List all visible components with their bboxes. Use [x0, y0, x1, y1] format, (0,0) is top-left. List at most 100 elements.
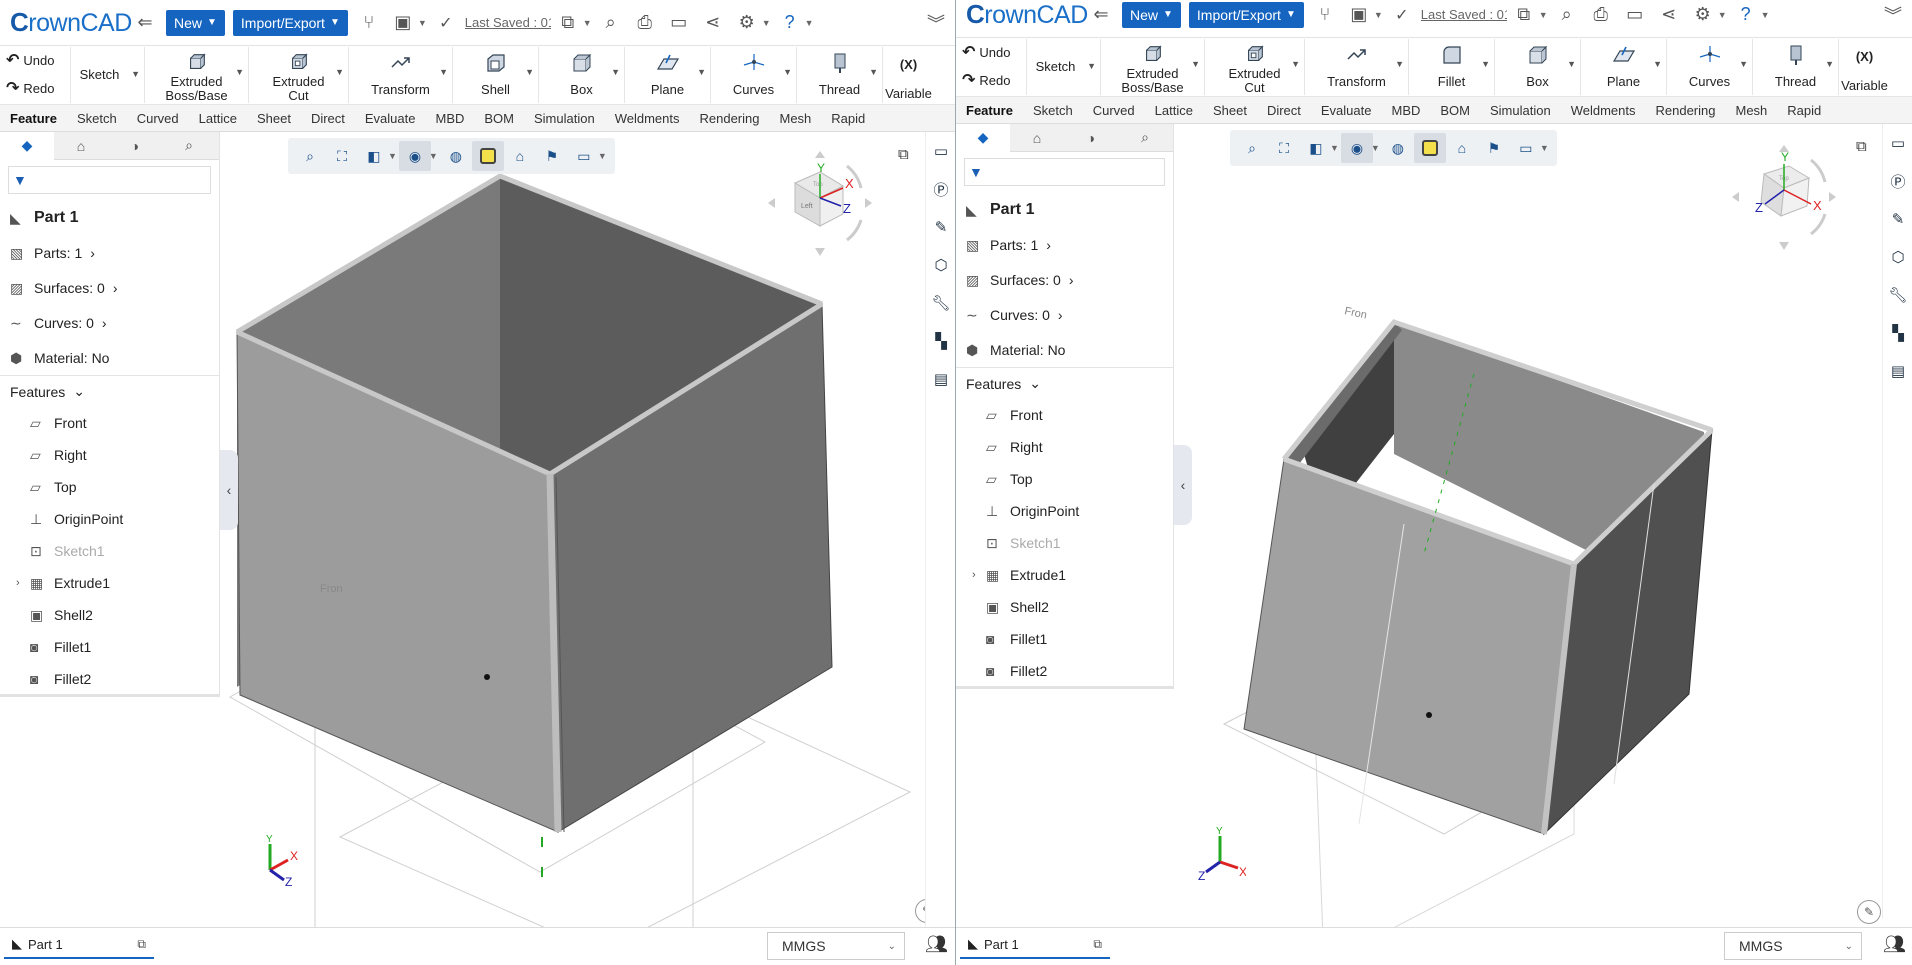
- visibility-icon[interactable]: ◉: [1340, 133, 1373, 163]
- tab-weldments[interactable]: Weldments: [605, 111, 690, 126]
- redo-button[interactable]: ↷ Redo: [962, 67, 1026, 95]
- import-export-button[interactable]: Import/Export ▼: [1188, 1, 1304, 28]
- tab-sheet[interactable]: Sheet: [1203, 103, 1257, 118]
- material-node[interactable]: ⬢ Material: No: [0, 340, 219, 375]
- material-node[interactable]: ⬢ Material: No: [956, 332, 1173, 367]
- search-tab-icon[interactable]: ⌕: [1118, 124, 1172, 152]
- tab-rendering[interactable]: Rendering: [1646, 103, 1726, 118]
- branch-icon[interactable]: ⑂: [356, 10, 382, 36]
- extruded-boss-button[interactable]: Extruded Boss/Base ▼: [1100, 39, 1204, 95]
- restore-window-icon[interactable]: ⧉: [1856, 138, 1867, 155]
- extruded-cut-button[interactable]: Extruded Cut ▼: [1204, 39, 1304, 95]
- screens-icon[interactable]: ⧉: [555, 10, 581, 36]
- zoom-fit-icon[interactable]: ⌕: [294, 141, 326, 171]
- tab-direct[interactable]: Direct: [301, 111, 355, 126]
- thread-button[interactable]: Thread ▼: [1752, 39, 1838, 95]
- display-dropdown-icon[interactable]: ▼: [598, 151, 607, 161]
- plane-button[interactable]: Plane ▼: [1580, 39, 1666, 95]
- new-button[interactable]: New ▼: [166, 9, 225, 36]
- search-icon[interactable]: ⌕: [1554, 2, 1580, 28]
- undo-button[interactable]: ↶ Undo: [6, 47, 70, 75]
- tab-rapid[interactable]: Rapid: [821, 111, 875, 126]
- feature-top[interactable]: ▱ Top: [0, 471, 219, 503]
- tab-feature[interactable]: Feature: [0, 111, 67, 126]
- folder-icon[interactable]: ▭: [1883, 124, 1912, 162]
- 3d-viewport[interactable]: Fron ⌕ ⛶ ◧ ▼ ◉ ▼ ◍ ⌂ ⚑ ▭ ▼: [220, 132, 925, 927]
- gear-dropdown-icon[interactable]: ▼: [762, 18, 771, 28]
- tab-sketch[interactable]: Sketch: [67, 111, 127, 126]
- tab-simulation[interactable]: Simulation: [524, 111, 605, 126]
- screens-dropdown-icon[interactable]: ▼: [583, 18, 592, 28]
- feature-front[interactable]: ▱ Front: [956, 399, 1173, 431]
- tab-curved[interactable]: Curved: [127, 111, 189, 126]
- part-node[interactable]: ◣ Part 1: [956, 192, 1173, 227]
- feature-shell2[interactable]: ▣ Shell2: [956, 591, 1173, 623]
- feature-shell2[interactable]: ▣ Shell2: [0, 599, 219, 631]
- config-tab-icon[interactable]: ⌂: [1010, 124, 1064, 152]
- screens-icon[interactable]: ⧉: [1511, 2, 1537, 28]
- collaborators-icon[interactable]: 👥︎: [925, 934, 948, 955]
- feature-origin[interactable]: ⊥ OriginPoint: [0, 503, 219, 535]
- display-icon[interactable]: ▭: [568, 141, 600, 171]
- redo-button[interactable]: ↷ Redo: [6, 75, 70, 103]
- curves-node[interactable]: ∼ Curves: 0 ›: [956, 297, 1173, 332]
- help-dropdown-icon[interactable]: ▼: [805, 18, 814, 28]
- chevron-right-icon[interactable]: ›: [113, 280, 118, 296]
- save-icon[interactable]: ▣: [1346, 2, 1372, 28]
- filter-select-icon[interactable]: ⚑: [536, 141, 568, 171]
- orientation-dropdown-icon[interactable]: ▼: [1330, 143, 1339, 153]
- display-dropdown-icon[interactable]: ▼: [1540, 143, 1549, 153]
- tab-mesh[interactable]: Mesh: [770, 111, 822, 126]
- view-orientation-icon[interactable]: ◧: [358, 141, 390, 171]
- tree-tab-icon[interactable]: ◆: [0, 131, 54, 160]
- box-button[interactable]: Box ▼: [538, 47, 624, 103]
- filter-input[interactable]: ▼: [964, 158, 1165, 186]
- chevron-right-icon[interactable]: ›: [1058, 307, 1063, 323]
- last-saved-text[interactable]: Last Saved : 01: [1421, 7, 1507, 22]
- extruded-cut-button[interactable]: Extruded Cut ▼: [248, 47, 348, 103]
- notes-icon[interactable]: ✎: [1857, 900, 1881, 924]
- shaded-icon[interactable]: [471, 141, 504, 171]
- expand-icon[interactable]: ›: [972, 569, 976, 581]
- feature-top[interactable]: ▱ Top: [956, 463, 1173, 495]
- save-dropdown-icon[interactable]: ▼: [1374, 10, 1383, 20]
- edit-icon[interactable]: ✎: [1883, 200, 1912, 238]
- units-select[interactable]: MMGS ⌄: [767, 932, 905, 960]
- back-icon[interactable]: ⇐: [132, 10, 158, 36]
- zoom-fit-icon[interactable]: ⌕: [1236, 133, 1268, 163]
- variable-button[interactable]: (X) Variable: [1838, 39, 1890, 95]
- visibility-icon[interactable]: ◉: [398, 141, 431, 171]
- tab-bom[interactable]: BOM: [1430, 103, 1480, 118]
- appearance-tab-icon[interactable]: ◑: [1064, 124, 1118, 152]
- tab-simulation[interactable]: Simulation: [1480, 103, 1561, 118]
- print-icon[interactable]: ⎙: [632, 10, 658, 36]
- plane-button[interactable]: Plane ▼: [624, 47, 710, 103]
- features-header[interactable]: Features ⌄: [956, 367, 1173, 399]
- collapse-ribbon-icon[interactable]: ︾: [923, 10, 949, 36]
- box-button[interactable]: Box ▼: [1494, 39, 1580, 95]
- display-icon[interactable]: ▭: [1510, 133, 1542, 163]
- assembly-icon[interactable]: ⬡: [926, 246, 955, 284]
- shaded-icon[interactable]: [1413, 133, 1446, 163]
- tab-evaluate[interactable]: Evaluate: [355, 111, 426, 126]
- view-cube[interactable]: Top Y X Z: [1729, 142, 1839, 252]
- collapse-ribbon-icon[interactable]: ︾: [1880, 2, 1906, 28]
- feature-fillet1[interactable]: ◙ Fillet1: [956, 623, 1173, 655]
- feature-fillet1[interactable]: ◙ Fillet1: [0, 631, 219, 663]
- tab-bom[interactable]: BOM: [474, 111, 524, 126]
- restore-window-icon[interactable]: ⧉: [898, 146, 909, 163]
- collapse-panel-button[interactable]: ‹: [220, 450, 238, 530]
- surfaces-node[interactable]: ▨ Surfaces: 0 ›: [956, 262, 1173, 297]
- feature-right[interactable]: ▱ Right: [0, 439, 219, 471]
- popout-icon[interactable]: ⧉: [137, 937, 146, 952]
- orientation-dropdown-icon[interactable]: ▼: [388, 151, 397, 161]
- share-icon[interactable]: ⋖: [700, 10, 726, 36]
- import-export-button[interactable]: Import/Export ▼: [232, 9, 348, 36]
- chevron-right-icon[interactable]: ›: [1069, 272, 1074, 288]
- chevron-down-icon[interactable]: ⌄: [73, 383, 85, 400]
- tab-mesh[interactable]: Mesh: [1726, 103, 1778, 118]
- section-view-icon[interactable]: ◍: [440, 141, 472, 171]
- transform-button[interactable]: Transform ▼: [1304, 39, 1408, 95]
- help-icon[interactable]: ?: [777, 10, 803, 36]
- tab-mbd[interactable]: MBD: [1381, 103, 1430, 118]
